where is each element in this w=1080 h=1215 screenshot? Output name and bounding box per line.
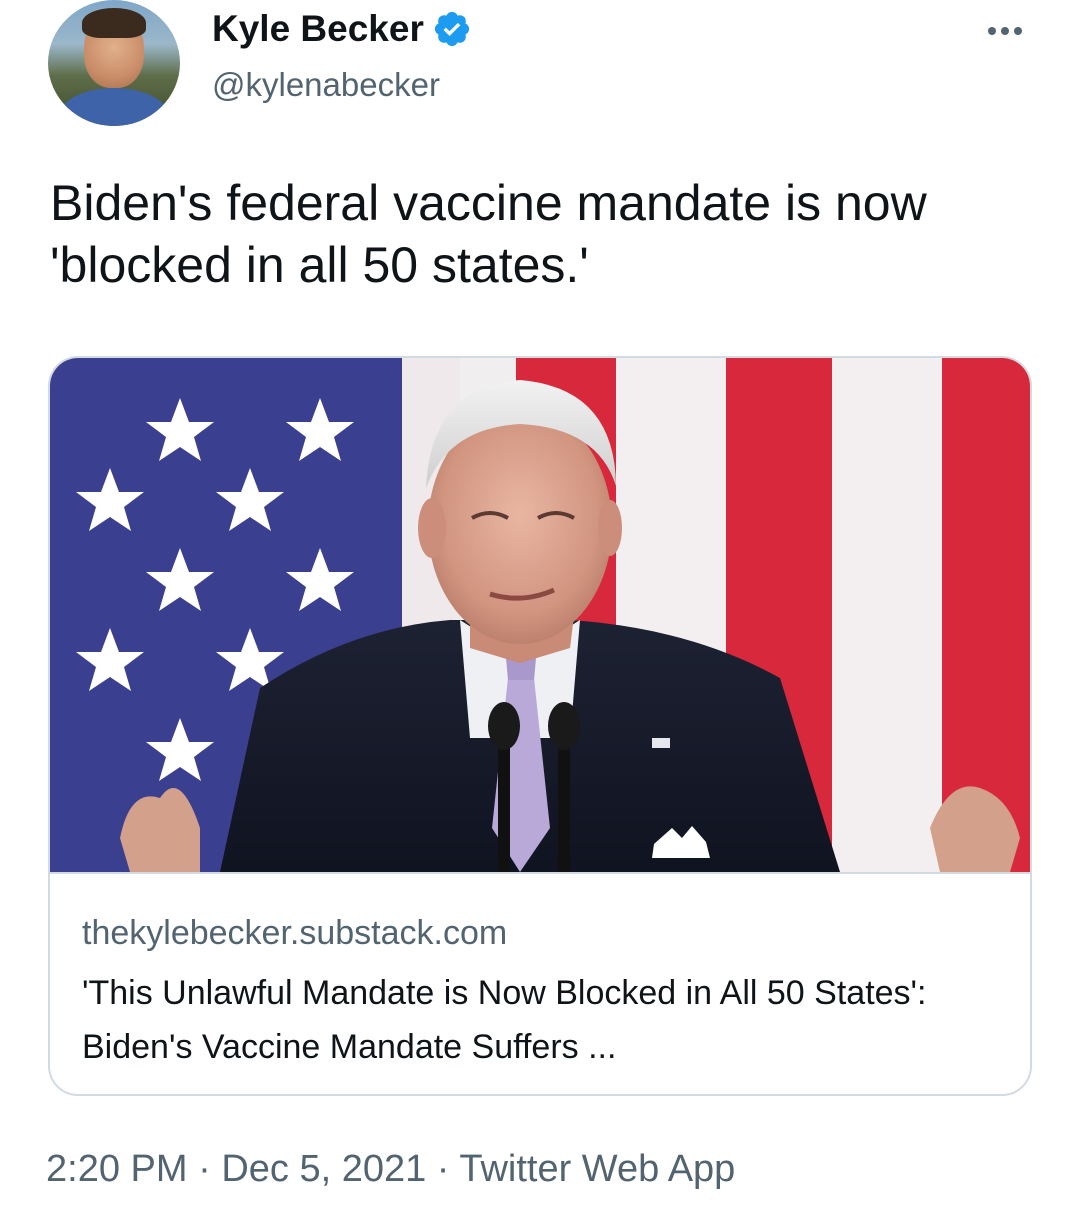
- timestamp-separator-2: ·: [436, 1148, 450, 1190]
- author-handle[interactable]: @kylenabecker: [212, 66, 440, 104]
- card-meta: thekylebecker.substack.com 'This Unlawfu…: [50, 872, 1030, 1094]
- author-name-row: Kyle Becker: [212, 8, 472, 50]
- tweet: Kyle Becker @kylenabecker Biden's federa…: [0, 0, 1080, 1215]
- card-title: 'This Unlawful Mandate is Now Blocked in…: [82, 974, 927, 1066]
- timestamp-time[interactable]: 2:20 PM: [46, 1148, 188, 1190]
- author-display-name[interactable]: Kyle Becker: [212, 8, 424, 50]
- avatar-shirt: [58, 88, 170, 126]
- avatar[interactable]: [48, 0, 180, 126]
- card-domain: thekylebecker.substack.com: [82, 914, 508, 952]
- tweet-text: Biden's federal vaccine mandate is now '…: [50, 175, 927, 293]
- tweet-source: Twitter Web App: [459, 1148, 736, 1190]
- timestamp-separator: ·: [198, 1148, 211, 1190]
- tweet-timestamp: 2:20 PM · Dec 5, 2021 · Twitter Web App: [46, 1148, 735, 1191]
- avatar-hair: [82, 8, 146, 38]
- verified-badge-icon: [434, 11, 469, 47]
- more-options-icon[interactable]: [974, 16, 1034, 46]
- card-image: [50, 358, 1030, 872]
- link-card[interactable]: thekylebecker.substack.com 'This Unlawfu…: [48, 356, 1032, 1096]
- timestamp-date[interactable]: Dec 5, 2021: [221, 1148, 426, 1190]
